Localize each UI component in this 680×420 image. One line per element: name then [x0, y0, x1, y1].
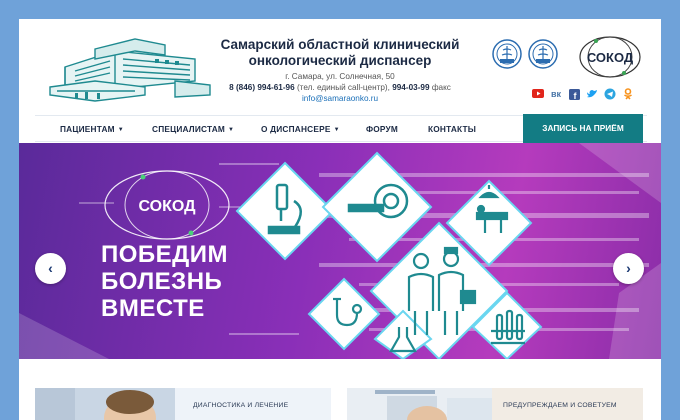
page: Самарский областной клинический онкологи… — [19, 19, 661, 420]
appointment-button[interactable]: Запись на приём — [523, 114, 643, 143]
slider-prev-button[interactable]: ‹ — [35, 253, 66, 284]
social-links: вк f — [532, 87, 634, 101]
card-photo-2 — [347, 388, 492, 420]
card-2-label: ПРЕДУПРЕЖДАЕМ И СОВЕТУЕМ — [503, 402, 617, 409]
accreditation-badge-2[interactable] — [528, 39, 558, 69]
title-line-1: Самарский областной клинический — [220, 37, 460, 52]
soko-logo-text: СОКОД — [587, 50, 634, 65]
slider-next-button[interactable]: › — [613, 253, 644, 284]
nav-contacts[interactable]: КОНТАКТЫ — [428, 116, 476, 143]
phones-row: 8 (846) 994-61-96 (тел. единый call-цент… — [215, 82, 465, 93]
headline-line-3: ВМЕСТЕ — [101, 295, 205, 322]
headline-line-2: БОЛЕЗНЬ — [101, 268, 223, 295]
hero-slider: СОКОД ПОБЕДИМ БОЛЕЗНЬ ВМЕСТЕ ‹ › — [19, 143, 661, 359]
email-link[interactable]: info@samaraonko.ru — [215, 93, 465, 104]
telegram-icon[interactable] — [604, 88, 616, 100]
headline-line-1: ПОБЕДИМ — [101, 241, 229, 268]
vk-icon[interactable]: вк — [550, 88, 562, 100]
accreditation-badge-1[interactable] — [492, 39, 522, 69]
nav-forum[interactable]: ФОРУМ — [366, 116, 398, 143]
chevron-left-icon: ‹ — [48, 260, 53, 276]
chevron-down-icon: ▼ — [228, 127, 235, 133]
title-line-2: онкологический диспансер — [248, 53, 432, 68]
contact-block: г. Самара, ул. Солнечная, 50 8 (846) 994… — [215, 71, 465, 104]
cards-row: ДИАГНОСТИКА И ЛЕЧЕНИЕ ПРЕДУПРЕЖДАЕМ И СО… — [19, 359, 661, 420]
twitter-icon[interactable] — [586, 88, 598, 100]
nav-about[interactable]: О ДИСПАНСЕРЕ ▼ — [261, 116, 340, 143]
site-title: Самарский областной клинический онкологи… — [215, 37, 465, 69]
hero-headline: ПОБЕДИМ БОЛЕЗНЬ ВМЕСТЕ — [101, 241, 228, 322]
fax-label: факс — [431, 83, 451, 92]
soko-logo[interactable]: СОКОД — [577, 35, 643, 79]
card-prevention[interactable]: ПРЕДУПРЕЖДАЕМ И СОВЕТУЕМ — [347, 388, 643, 420]
hospital-building-logo[interactable] — [35, 29, 220, 107]
odnoklassniki-icon[interactable] — [622, 88, 634, 100]
nav-specialists[interactable]: СПЕЦИАЛИСТАМ ▼ — [152, 116, 234, 143]
card-1-label: ДИАГНОСТИКА И ЛЕЧЕНИЕ — [193, 402, 289, 409]
facebook-icon[interactable]: f — [568, 88, 580, 100]
youtube-icon[interactable] — [532, 88, 544, 100]
phone-main[interactable]: 8 (846) 994-61-96 — [229, 83, 295, 92]
card-diagnostics[interactable]: ДИАГНОСТИКА И ЛЕЧЕНИЕ — [35, 388, 331, 420]
phone-note: (тел. единый call-центр), — [296, 83, 390, 92]
chevron-down-icon: ▼ — [117, 127, 124, 133]
chevron-down-icon: ▼ — [333, 127, 340, 133]
site-header: Самарский областной клинический онкологи… — [19, 19, 661, 115]
hero-soko-logo-text: СОКОД — [139, 198, 197, 215]
chevron-right-icon: › — [626, 260, 631, 276]
card-photo-1 — [35, 388, 175, 420]
fax-number[interactable]: 994-03-99 — [392, 83, 429, 92]
address: г. Самара, ул. Солнечная, 50 — [285, 72, 395, 81]
nav-patients[interactable]: ПАЦИЕНТАМ ▼ — [60, 116, 124, 143]
